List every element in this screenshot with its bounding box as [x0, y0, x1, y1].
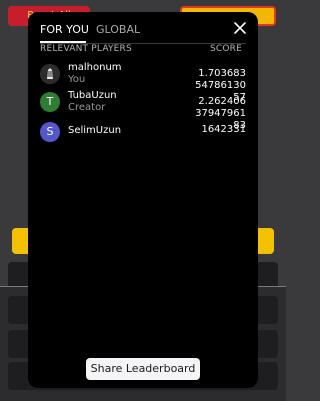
leaderboard-modal: FOR YOU GLOBAL RELEVANT PLAYERS SCORE ma… [28, 12, 258, 388]
leaderboard-tabs: FOR YOU GLOBAL [40, 18, 246, 43]
share-leaderboard-button[interactable]: Share Leaderboard [86, 358, 200, 380]
close-icon[interactable] [230, 18, 250, 38]
player-role: Creator [68, 102, 106, 113]
avatar: S [40, 122, 60, 142]
column-header: RELEVANT PLAYERS SCORE [40, 44, 246, 58]
avatar: T [40, 92, 60, 112]
relevant-players-header: RELEVANT PLAYERS [40, 44, 132, 54]
player-role: You [68, 74, 86, 85]
player-row: malhonum You 1.7036835478613057 [40, 62, 246, 103]
player-name: TubaUzun [68, 90, 117, 101]
player-name: malhonum [68, 62, 122, 73]
tab-global[interactable]: GLOBAL [96, 18, 140, 42]
player-name: SelimUzun [68, 125, 122, 136]
player-row: T TubaUzun Creator 2.2624063794796183 [40, 90, 246, 131]
score-header: SCORE [209, 44, 242, 54]
tab-for-you[interactable]: FOR YOU [40, 18, 89, 42]
player-row: S SelimUzun 1642331 [40, 120, 246, 148]
player-score: 1642331 [201, 124, 246, 135]
zebra-icon [40, 64, 60, 84]
